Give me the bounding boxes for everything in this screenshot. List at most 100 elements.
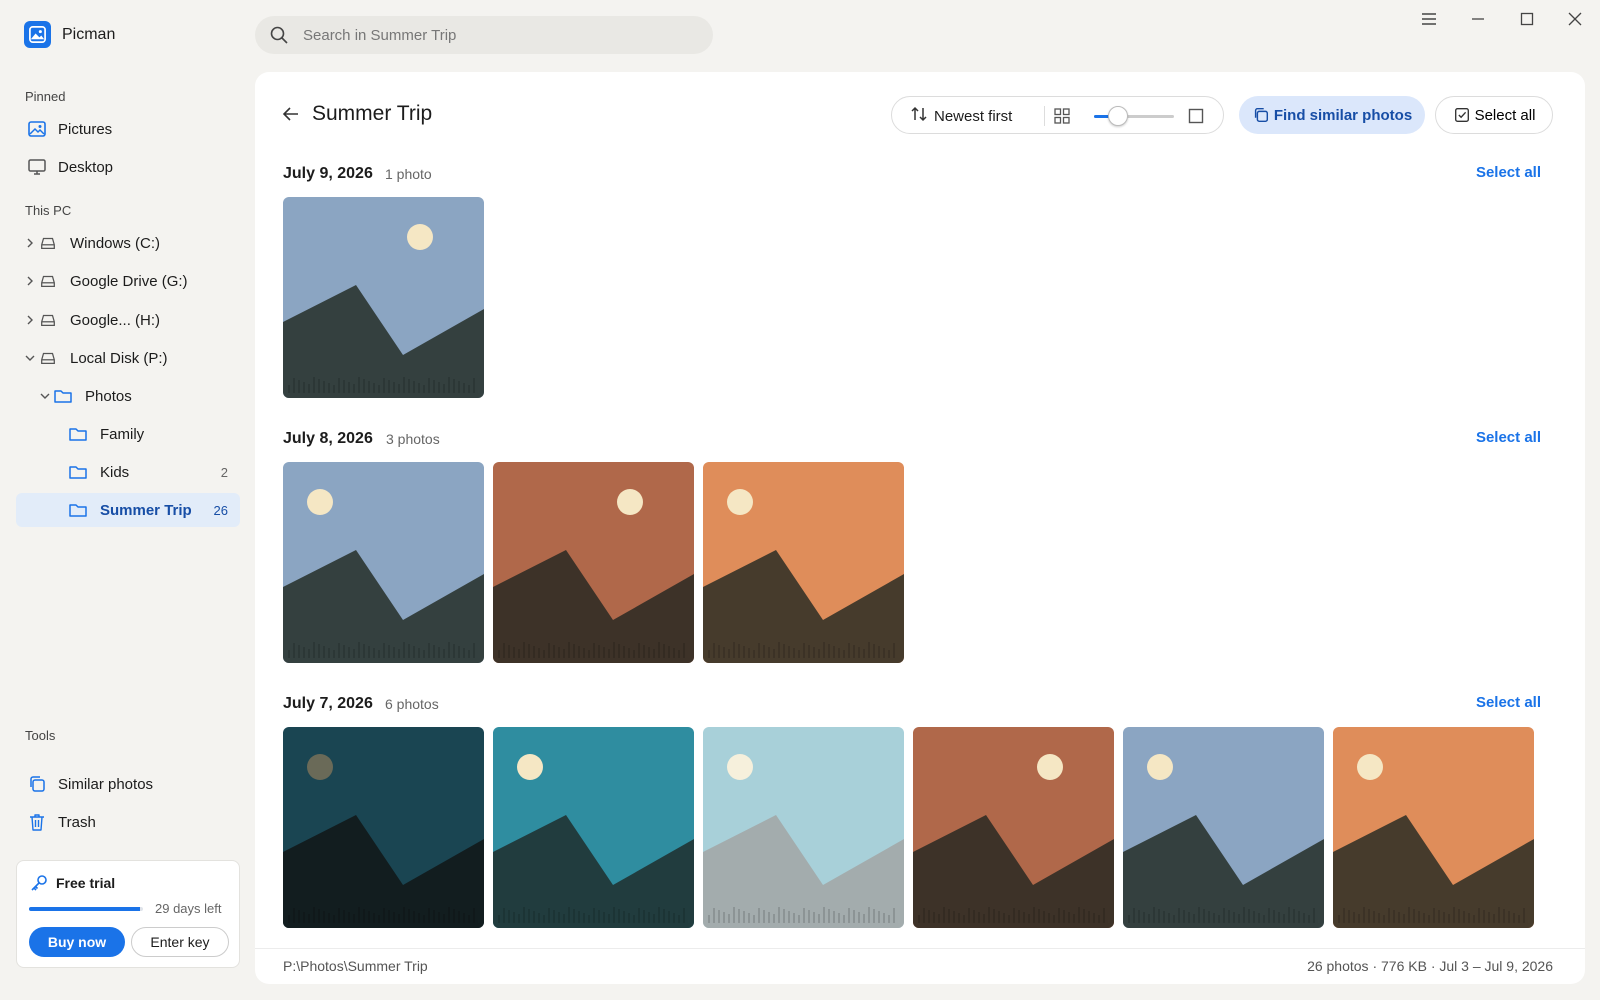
sidebar-item-label: Kids	[100, 463, 130, 481]
sidebar-item-label: Photos	[85, 387, 132, 405]
group-date-title: July 8, 2026	[283, 430, 373, 447]
photo-thumbnail[interactable]	[283, 197, 484, 398]
chevron-right-icon[interactable]	[24, 314, 36, 326]
photo-thumbnail[interactable]	[283, 727, 484, 928]
sidebar-item-label: Trash	[58, 813, 96, 831]
chevron-right-icon[interactable]	[24, 275, 36, 287]
buy-now-button[interactable]: Buy now	[29, 927, 125, 957]
group-select-all-link[interactable]: Select all	[1476, 164, 1541, 181]
group-date-title: July 9, 2026	[283, 165, 373, 182]
sidebar-item-similar-photos[interactable]: Similar photos	[16, 767, 240, 801]
trial-title: Free trial	[56, 875, 116, 891]
sidebar-item-kids[interactable]: Kids 2	[16, 455, 240, 489]
sidebar-item-label: Similar photos	[58, 775, 154, 793]
select-all-button[interactable]: Select all	[1435, 96, 1553, 134]
drive-icon	[38, 271, 58, 291]
photo-thumbnail[interactable]	[913, 727, 1114, 928]
status-divider	[255, 948, 1585, 949]
sidebar-item-trash[interactable]: Trash	[16, 805, 240, 839]
free-trial-card: Free trial 29 days left Buy now Enter ke…	[16, 860, 240, 968]
sidebar-item-label: Pictures	[58, 120, 113, 138]
folder-icon	[68, 424, 88, 444]
find-similar-label: Find similar photos	[1273, 106, 1413, 124]
sidebar-item-drive-c[interactable]: Windows (C:)	[16, 226, 240, 260]
photo-thumbnail[interactable]	[1333, 727, 1534, 928]
slider-thumb[interactable]	[1108, 106, 1128, 126]
sidebar-item-label: Local Disk (P:)	[70, 349, 168, 367]
photo-thumbnail[interactable]	[703, 462, 904, 663]
photo-thumbnail[interactable]	[703, 727, 904, 928]
sidebar-item-summer-trip[interactable]: Summer Trip 26	[16, 493, 240, 527]
search-input[interactable]	[303, 16, 703, 54]
this-pc-section-label: This PC	[25, 203, 72, 218]
sidebar-item-label: Family	[100, 425, 145, 443]
page-title: Summer Trip	[312, 102, 433, 125]
chevron-down-icon[interactable]	[39, 390, 51, 402]
checkbox-icon	[1453, 106, 1471, 124]
sidebar-item-label: Google Drive (G:)	[70, 272, 188, 290]
sort-icon	[910, 105, 928, 127]
drive-icon	[38, 233, 58, 253]
toolbar-divider	[1044, 106, 1045, 126]
drive-icon	[38, 310, 58, 330]
sort-button[interactable]: Newest first	[910, 105, 1012, 127]
photo-thumbnail[interactable]	[493, 727, 694, 928]
folder-icon	[68, 500, 88, 520]
back-arrow-icon[interactable]	[279, 102, 303, 126]
enter-key-button[interactable]: Enter key	[131, 927, 229, 957]
minimize-icon[interactable]	[1463, 9, 1493, 29]
group-select-all-link[interactable]: Select all	[1476, 694, 1541, 711]
sidebar-item-drive-g[interactable]: Google Drive (G:)	[16, 264, 240, 298]
folder-icon	[53, 386, 73, 406]
folder-count-badge: 26	[213, 502, 228, 518]
main-panel: Summer Trip Newest first Find similar ph…	[255, 72, 1585, 984]
trial-progress-bar	[29, 907, 143, 911]
search-icon	[269, 25, 289, 45]
search-bar[interactable]	[255, 16, 713, 54]
app-title: Picman	[62, 26, 116, 43]
thumbnail-size-slider[interactable]	[1094, 106, 1174, 126]
group-photo-count: 6 photos	[385, 696, 439, 712]
chevron-down-icon[interactable]	[24, 352, 36, 364]
status-path: P:\Photos\Summer Trip	[283, 958, 428, 974]
folder-count-badge: 2	[220, 464, 228, 480]
trial-days-left: 29 days left	[155, 901, 222, 916]
sort-label: Newest first	[934, 107, 1013, 125]
photo-thumbnail[interactable]	[1123, 727, 1324, 928]
find-similar-button[interactable]: Find similar photos	[1239, 96, 1425, 134]
sidebar: Picman Pinned Pictures Desktop This PC W…	[0, 0, 250, 1000]
pinned-section-label: Pinned	[25, 89, 66, 104]
maximize-icon[interactable]	[1512, 9, 1542, 29]
sidebar-item-label: Summer Trip	[100, 501, 192, 519]
sidebar-item-photos[interactable]: Photos	[16, 379, 240, 413]
app-logo-icon	[24, 21, 51, 48]
monitor-icon	[27, 157, 47, 177]
grid-small-icon[interactable]	[1052, 106, 1072, 126]
image-icon	[27, 119, 47, 139]
group-date-title: July 7, 2026	[283, 695, 373, 712]
folder-icon	[68, 462, 88, 482]
sidebar-item-label: Desktop	[58, 158, 114, 176]
sidebar-item-pictures[interactable]: Pictures	[16, 112, 240, 146]
select-all-label: Select all	[1474, 106, 1536, 124]
group-photo-count: 3 photos	[386, 431, 440, 447]
sidebar-item-family[interactable]: Family	[16, 417, 240, 451]
grid-large-icon[interactable]	[1186, 106, 1206, 126]
tools-section-label: Tools	[25, 728, 56, 743]
trial-progress-fill	[29, 907, 140, 911]
group-select-all-link[interactable]: Select all	[1476, 429, 1541, 446]
sidebar-item-label: Windows (C:)	[70, 234, 161, 252]
chevron-right-icon[interactable]	[24, 237, 36, 249]
status-summary: 26 photos · 776 KB · Jul 3 – Jul 9, 2026	[1307, 958, 1553, 974]
close-icon[interactable]	[1560, 9, 1590, 29]
photo-thumbnail[interactable]	[283, 462, 484, 663]
sidebar-item-desktop[interactable]: Desktop	[16, 150, 240, 184]
photo-thumbnail[interactable]	[493, 462, 694, 663]
menu-icon[interactable]	[1414, 9, 1444, 29]
trash-icon	[27, 812, 47, 832]
view-toolbar: Newest first	[891, 96, 1224, 134]
sidebar-item-drive-p[interactable]: Local Disk (P:)	[16, 341, 240, 375]
key-icon	[29, 873, 49, 893]
sidebar-item-drive-h[interactable]: Google... (H:)	[16, 303, 240, 337]
copy-icon	[27, 774, 47, 794]
